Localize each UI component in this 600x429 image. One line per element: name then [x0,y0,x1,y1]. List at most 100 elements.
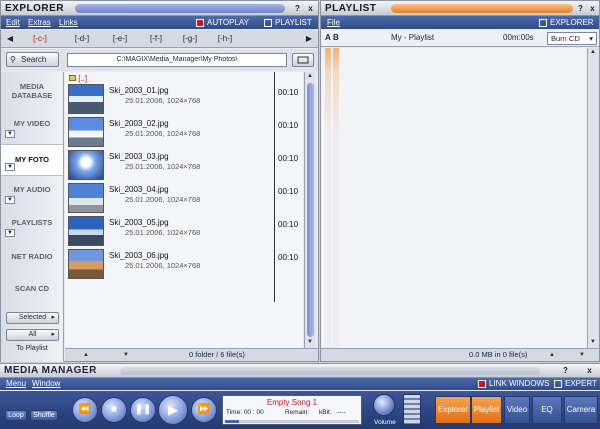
table-row[interactable]: Ski_2003_05.jpg 25.01.2006, 1024×768 00:… [65,215,303,248]
tab-camera[interactable]: Camera [564,396,598,424]
playlists-dropdown-icon[interactable]: ▼ [5,229,15,237]
search-button[interactable]: ⚲ Search [6,52,59,67]
burn-cd-dropdown[interactable]: Burn CD ▾ [547,32,597,45]
drive-scroll-left-icon[interactable]: ◀ [5,33,15,45]
file-duration: 00:10 [278,187,299,196]
tab-video[interactable]: Video [504,396,530,424]
close-button[interactable]: x [587,3,598,14]
pause-button[interactable]: ❚❚ [130,397,156,423]
column-a[interactable]: A [325,30,331,46]
table-row[interactable]: Ski_2003_03.jpg 25.01.2006, 1024×768 00:… [65,149,303,182]
page-down-icon[interactable]: ▼ [579,349,585,361]
help-button[interactable]: ? [560,365,571,376]
sidebar-item-my-foto[interactable]: MY FOTO [1,144,63,176]
rewind-button[interactable]: ⏪ [72,397,98,423]
folder-browse-button[interactable] [292,53,314,67]
sidebar-item-my-audio[interactable]: MY AUDIO [1,185,63,194]
song-title: Empty Song 1 [266,398,318,407]
position-slider[interactable] [225,420,359,423]
menu-file[interactable]: File [327,18,340,27]
file-name: Ski_2003_01.jpg [109,86,169,95]
explorer-titlebar[interactable]: EXPLORER ? x [1,1,318,16]
sidebar-item-net-radio[interactable]: NET RADIO [1,252,63,261]
drive-h[interactable]: [-h-] [208,33,242,45]
fast-forward-button[interactable]: ⏩ [191,397,217,423]
playlist-toggle[interactable]: PLAYLIST [264,18,312,27]
drive-c[interactable]: [-c-] [23,33,57,45]
explorer-toggle[interactable]: EXPLORER [539,18,594,27]
playlist-titlebar[interactable]: PLAYLIST ? x [321,1,599,16]
play-button[interactable]: ▶ [158,395,188,425]
tab-eq[interactable]: EQ [532,396,562,424]
page-down-icon[interactable]: ▼ [123,349,129,361]
sidebar-item-playlists[interactable]: PLAYLISTS [1,218,63,227]
audio-dropdown-icon[interactable]: ▼ [5,196,15,204]
folder-icon [297,56,309,64]
drive-e[interactable]: [-e-] [103,33,137,45]
autoplay-toggle[interactable]: AUTOPLAY [196,18,249,27]
autoplay-label: AUTOPLAY [207,18,249,27]
tab-playlist[interactable]: Playlist [471,396,502,424]
filmstrip-icon[interactable] [403,394,421,425]
file-meta: 25.01.2006, 1024×768 [125,261,201,270]
page-up-icon[interactable]: ▲ [83,349,89,361]
table-row[interactable]: Ski_2003_01.jpg 25.01.2006, 1024×768 00:… [65,83,303,116]
media-manager-titlebar[interactable]: MEDIA MANAGER ? x [0,364,600,378]
checkbox-icon [539,18,547,27]
table-row[interactable]: Ski_2003_04.jpg 25.01.2006, 1024×768 00:… [65,182,303,215]
menu-links[interactable]: Links [59,18,78,27]
volume-knob[interactable] [373,394,395,416]
drive-scroll-right-icon[interactable]: ▶ [304,33,314,45]
expert-toggle[interactable]: EXPERT [554,379,597,388]
menu-extras[interactable]: Extras [28,18,51,27]
link-windows-toggle[interactable]: LINK WINDOWS [478,379,549,388]
selected-button[interactable]: Selected ▸ [6,312,59,324]
path-field[interactable]: C:\MAGIX\Media_Manager\My Photos\ [67,53,287,67]
rewind-icon: ⏪ [78,404,92,415]
scroll-thumb[interactable] [307,83,314,337]
playlist-scrollbar[interactable]: ▲ ▼ [587,48,599,348]
file-list-scrollbar[interactable]: ▲ ▼ [304,72,316,348]
help-button[interactable]: ? [292,3,303,14]
sidebar-item-my-video[interactable]: MY VIDEO [1,119,63,128]
playlist-title: PLAYLIST [325,3,377,14]
play-icon: ▶ [168,402,178,417]
drive-f[interactable]: [-f-] [139,33,173,45]
drive-d[interactable]: [-d-] [65,33,99,45]
tab-explorer[interactable]: Explorer [435,396,471,424]
link-windows-label: LINK WINDOWS [489,379,550,388]
video-dropdown-icon[interactable]: ▼ [5,130,15,138]
help-button[interactable]: ? [575,3,586,14]
menu-menu[interactable]: Menu [6,379,26,388]
drive-g[interactable]: [-g-] [173,33,207,45]
table-row[interactable]: Ski_2003_02.jpg 25.01.2006, 1024×768 00:… [65,116,303,149]
all-button[interactable]: All ▸ [6,329,59,341]
stop-button[interactable]: ■ [101,397,127,423]
burn-cd-label: Burn CD [551,34,580,43]
page-up-icon[interactable]: ▲ [549,349,555,361]
title-decoration [120,367,540,375]
close-button[interactable]: x [305,3,316,14]
loop-button[interactable]: Loop [5,410,27,421]
to-playlist-button[interactable]: To Playlist [1,345,63,352]
parent-directory[interactable]: [..] [69,74,87,83]
menu-edit[interactable]: Edit [6,18,20,27]
foto-dropdown-icon[interactable]: ▼ [5,163,15,171]
media-manager-window: MEDIA MANAGER ? x Menu Window LINK WINDO… [0,363,600,429]
scroll-down-icon[interactable]: ▼ [307,339,313,345]
drive-bar: ◀ [-c-] [-d-] [-e-] [-f-] [-g-] [-h-] ▶ [1,30,318,48]
sidebar-item-scan-cd[interactable]: SCAN CD [1,284,63,293]
time-readout: Time: 00 : 00 [226,409,264,416]
table-row[interactable]: Ski_2003_06.jpg 25.01.2006, 1024×768 00:… [65,248,303,281]
close-button[interactable]: x [584,365,595,376]
playlist-body[interactable] [321,48,587,348]
shuffle-button[interactable]: Shuffle [30,410,58,421]
scroll-up-icon[interactable]: ▲ [590,49,596,55]
scroll-up-icon[interactable]: ▲ [307,73,313,79]
file-meta: 25.01.2006, 1024×768 [125,129,201,138]
position-slider-handle[interactable] [225,420,239,423]
menu-window[interactable]: Window [32,379,60,388]
sidebar-item-media-database[interactable]: MEDIA DATABASE [1,82,63,100]
column-b[interactable]: B [333,30,339,46]
scroll-down-icon[interactable]: ▼ [590,339,596,345]
